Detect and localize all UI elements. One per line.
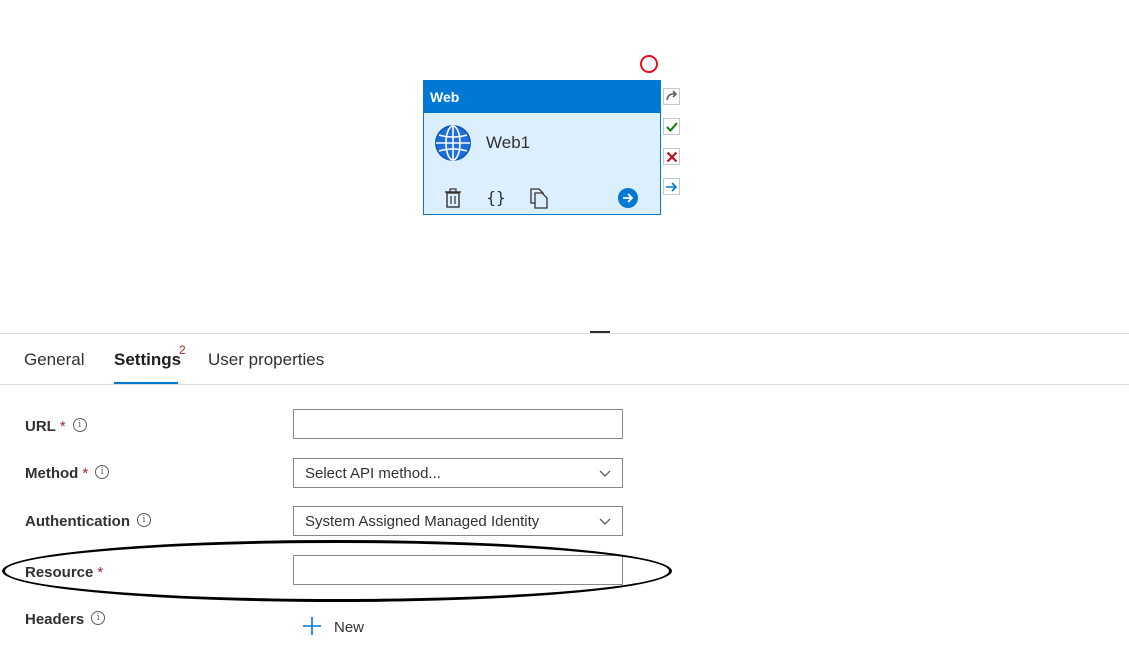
panel-divider xyxy=(0,333,1129,334)
url-input[interactable] xyxy=(293,409,623,439)
globe-icon xyxy=(435,125,471,161)
skip-arrow-icon xyxy=(666,90,678,101)
method-label: Method * i xyxy=(25,465,110,482)
close-icon xyxy=(666,151,678,163)
plus-icon xyxy=(303,617,321,635)
headers-label: Headers i xyxy=(25,611,106,628)
resource-label: Resource * xyxy=(25,564,104,581)
authentication-selected-value: System Assigned Managed Identity xyxy=(305,513,540,530)
url-label: URL * i xyxy=(25,418,87,435)
code-icon[interactable]: {} xyxy=(485,187,507,209)
tabs-divider xyxy=(0,384,1129,385)
activity-type-label: Web xyxy=(424,81,660,113)
pipeline-canvas[interactable]: Web Web1 {} xyxy=(0,0,1129,333)
tab-general[interactable]: General xyxy=(24,350,84,370)
validation-error-indicator[interactable] xyxy=(640,55,658,73)
settings-error-count-badge: 2 xyxy=(179,343,186,357)
on-success-port[interactable] xyxy=(663,118,680,135)
authentication-dropdown[interactable]: System Assigned Managed Identity xyxy=(293,506,623,536)
info-icon[interactable]: i xyxy=(72,418,87,432)
arrow-right-icon xyxy=(666,182,678,192)
on-failure-port[interactable] xyxy=(663,148,680,165)
add-header-label: New xyxy=(334,619,365,636)
web-activity-node[interactable]: Web Web1 {} xyxy=(423,80,661,215)
chevron-down-icon xyxy=(599,518,611,525)
go-to-activity-icon[interactable] xyxy=(617,187,639,209)
required-asterisk: * xyxy=(97,564,104,581)
required-asterisk: * xyxy=(59,418,66,435)
method-dropdown[interactable]: Select API method... xyxy=(293,458,623,488)
required-asterisk: * xyxy=(82,465,89,482)
check-icon xyxy=(666,122,678,132)
activity-name: Web1 xyxy=(486,133,531,152)
chevron-down-icon xyxy=(599,470,611,477)
tab-settings[interactable]: Settings xyxy=(114,350,181,370)
method-selected-value: Select API method... xyxy=(305,465,441,482)
tab-user-properties[interactable]: User properties xyxy=(208,350,324,370)
delete-icon[interactable] xyxy=(442,187,464,209)
on-skip-port[interactable] xyxy=(663,88,680,105)
svg-text:{}: {} xyxy=(486,188,505,207)
info-icon[interactable]: i xyxy=(91,611,106,625)
authentication-label: Authentication i xyxy=(25,513,151,530)
on-completion-port[interactable] xyxy=(663,178,680,195)
resource-input[interactable] xyxy=(293,555,623,585)
info-icon[interactable]: i xyxy=(137,513,151,527)
clone-icon[interactable] xyxy=(528,187,550,209)
info-icon[interactable]: i xyxy=(95,465,110,479)
